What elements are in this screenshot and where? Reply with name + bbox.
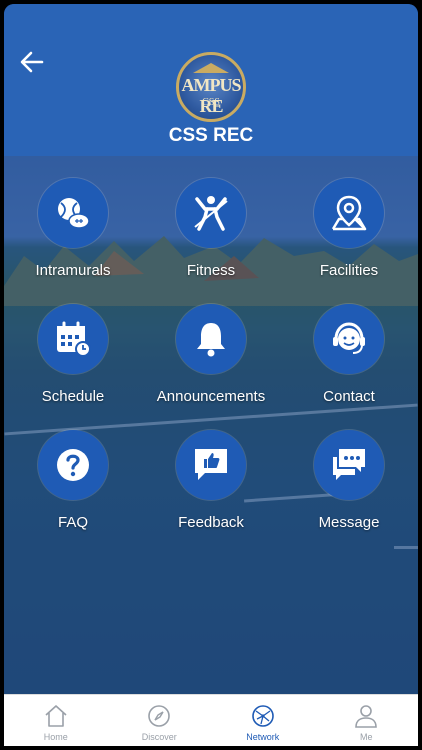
intramurals-button[interactable] xyxy=(38,178,108,248)
home-icon xyxy=(45,705,67,727)
grid-label: Schedule xyxy=(41,388,105,405)
grid-item-facilities[interactable]: Facilities xyxy=(280,178,418,279)
tab-label: Network xyxy=(246,732,280,742)
tab-label: Discover xyxy=(141,732,177,742)
grid-item-contact[interactable]: Contact xyxy=(280,304,418,405)
grid-item-message[interactable]: Message xyxy=(280,430,418,531)
person-icon xyxy=(355,705,378,728)
grid-label: Fitness xyxy=(186,262,236,279)
tab-label: Me xyxy=(359,732,373,742)
crest-icon xyxy=(193,63,229,73)
logo-text: AMPUS RE xyxy=(181,75,242,116)
logo: AMPUS RE CSS xyxy=(176,52,246,122)
question-icon xyxy=(57,449,89,481)
announcements-button[interactable] xyxy=(176,304,246,374)
grid-label: Contact xyxy=(323,388,375,405)
sports-balls-icon xyxy=(58,198,90,229)
feedback-button[interactable] xyxy=(176,430,246,500)
tab-label: Home xyxy=(43,732,68,742)
contact-button[interactable] xyxy=(314,304,384,374)
calendar-clock-icon xyxy=(57,321,91,357)
faq-button[interactable] xyxy=(38,430,108,500)
bell-icon xyxy=(197,323,225,357)
grid-label: Announcements xyxy=(156,388,266,405)
grid-item-intramurals[interactable]: Intramurals xyxy=(4,178,142,279)
header-bar: AMPUS RE CSS CSS REC xyxy=(4,4,418,156)
tab-network[interactable]: Network xyxy=(211,695,315,746)
map-pin-icon xyxy=(331,195,367,231)
facilities-button[interactable] xyxy=(314,178,384,248)
page-title: CSS REC xyxy=(168,125,254,146)
compass-icon xyxy=(148,705,171,727)
fitness-person-icon xyxy=(194,196,228,231)
grid-item-schedule[interactable]: Schedule xyxy=(4,304,142,405)
grid-item-fitness[interactable]: Fitness xyxy=(142,178,280,279)
tab-home[interactable]: Home xyxy=(4,695,108,746)
grid-item-feedback[interactable]: Feedback xyxy=(142,430,280,531)
app-screen: AMPUS RE CSS CSS REC Intramurals Fitness… xyxy=(4,4,418,746)
fitness-button[interactable] xyxy=(176,178,246,248)
schedule-button[interactable] xyxy=(38,304,108,374)
grid-label: Feedback xyxy=(178,514,244,531)
tab-discover[interactable]: Discover xyxy=(108,695,212,746)
grid-label: Facilities xyxy=(319,262,379,279)
thumbs-up-icon xyxy=(195,449,227,480)
tab-me[interactable]: Me xyxy=(315,695,419,746)
message-button[interactable] xyxy=(314,430,384,500)
grid-item-faq[interactable]: FAQ xyxy=(4,430,142,531)
chat-icon xyxy=(333,449,365,480)
network-icon xyxy=(251,705,274,727)
grid-label: Message xyxy=(318,514,380,531)
grid-label: Intramurals xyxy=(35,262,111,279)
tab-bar: Home Discover Network Me xyxy=(4,694,418,746)
grid-label: FAQ xyxy=(57,514,88,531)
logo-subtext: CSS xyxy=(202,97,220,108)
back-arrow-icon[interactable] xyxy=(18,48,46,76)
grid-item-announcements[interactable]: Announcements xyxy=(142,304,280,405)
headset-icon xyxy=(333,322,365,354)
